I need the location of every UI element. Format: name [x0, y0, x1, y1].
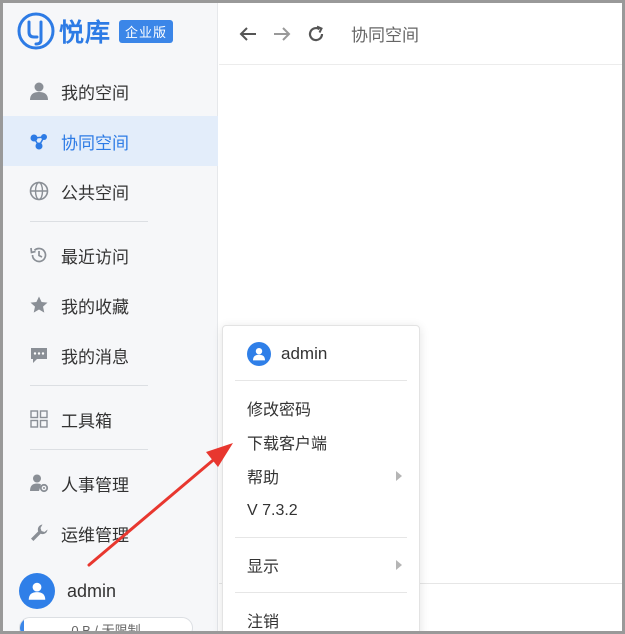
sidebar-item-label: 运维管理 [61, 525, 129, 545]
menu-item-display[interactable]: 显示 [247, 552, 403, 578]
breadcrumb[interactable]: 协同空间 [351, 21, 419, 46]
menu-item-label: 下载客户端 [247, 436, 328, 453]
sidebar-item-toolbox[interactable]: 工具箱 [3, 394, 218, 444]
menu-item-label: 帮助 [247, 470, 280, 487]
globe-icon [29, 181, 49, 201]
brand-name: 悦库 [59, 19, 112, 47]
arrow-left-icon [239, 26, 256, 41]
refresh-button[interactable] [305, 23, 327, 45]
sidebar: 悦库 企业版 我的空间 协同空间 公共空间 最近访问 我的收藏 我的消息 工具箱… [3, 3, 218, 634]
menu-separator [235, 537, 407, 538]
star-icon [30, 296, 48, 313]
user-settings-icon [30, 474, 49, 493]
sidebar-item-collab-space[interactable]: 协同空间 [3, 116, 218, 166]
sidebar-item-label: 工具箱 [61, 411, 112, 431]
back-button[interactable] [237, 23, 259, 45]
menu-item-label: 修改密码 [247, 402, 312, 419]
sidebar-item-hr-management[interactable]: 人事管理 [3, 458, 218, 508]
menu-item-help[interactable]: 帮助 [247, 463, 403, 489]
menu-item-logout[interactable]: 注销 [247, 607, 403, 631]
sidebar-item-label: 我的消息 [61, 347, 129, 367]
app-window: 悦库 企业版 我的空间 协同空间 公共空间 最近访问 我的收藏 我的消息 工具箱… [0, 0, 625, 634]
menu-separator [235, 592, 407, 593]
user-icon [30, 82, 48, 100]
wrench-icon [31, 524, 48, 541]
avatar-icon [28, 582, 46, 600]
sidebar-item-my-space[interactable]: 我的空间 [3, 66, 218, 116]
message-icon [31, 348, 47, 363]
quota-text: 0 B / 无限制 [71, 623, 141, 634]
sidebar-divider [30, 449, 148, 450]
refresh-icon [308, 25, 324, 41]
sidebar-item-label: 我的空间 [61, 83, 129, 103]
sidebar-item-ops-management[interactable]: 运维管理 [3, 508, 218, 558]
chevron-right-icon [396, 471, 402, 481]
toolbar: 协同空间 [219, 3, 622, 65]
menu-separator [235, 380, 407, 381]
collaboration-icon [30, 134, 47, 150]
sidebar-item-label: 我的收藏 [61, 297, 129, 317]
user-name: admin [67, 580, 117, 601]
sidebar-item-label: 人事管理 [61, 475, 129, 495]
menu-avatar [247, 342, 271, 366]
menu-item-version: V 7.3.2 [247, 498, 403, 524]
sidebar-item-label: 公共空间 [61, 183, 129, 203]
sidebar-item-favorites[interactable]: 我的收藏 [3, 280, 218, 330]
forward-button[interactable] [271, 23, 293, 45]
history-icon [30, 247, 47, 263]
menu-item-label: V 7.3.2 [247, 502, 298, 519]
menu-item-change-password[interactable]: 修改密码 [247, 395, 403, 421]
logo-icon [17, 12, 55, 50]
sidebar-item-messages[interactable]: 我的消息 [3, 330, 218, 380]
avatar[interactable] [19, 573, 55, 609]
sidebar-divider [30, 221, 148, 222]
menu-user-header: admin [247, 342, 327, 366]
logo[interactable]: 悦库 企业版 [17, 11, 174, 51]
avatar-icon [253, 348, 265, 361]
sidebar-divider [30, 385, 148, 386]
sidebar-item-recent[interactable]: 最近访问 [3, 230, 218, 280]
sidebar-item-label: 协同空间 [61, 133, 129, 153]
menu-user-name: admin [281, 344, 328, 363]
current-user[interactable]: admin [19, 573, 116, 609]
arrow-right-icon [274, 26, 291, 41]
chevron-right-icon [396, 560, 402, 570]
grid-icon [30, 410, 48, 428]
menu-item-download-client[interactable]: 下载客户端 [247, 429, 403, 455]
user-menu: admin 修改密码 下载客户端 帮助 V 7.3.2 显示 注销 [222, 325, 420, 631]
menu-item-label: 注销 [247, 614, 280, 631]
sidebar-item-label: 最近访问 [61, 247, 129, 267]
edition-badge: 企业版 [119, 19, 174, 43]
storage-quota: 0 B / 无限制 [19, 617, 193, 634]
sidebar-item-public-space[interactable]: 公共空间 [3, 166, 218, 216]
menu-item-label: 显示 [247, 559, 280, 576]
